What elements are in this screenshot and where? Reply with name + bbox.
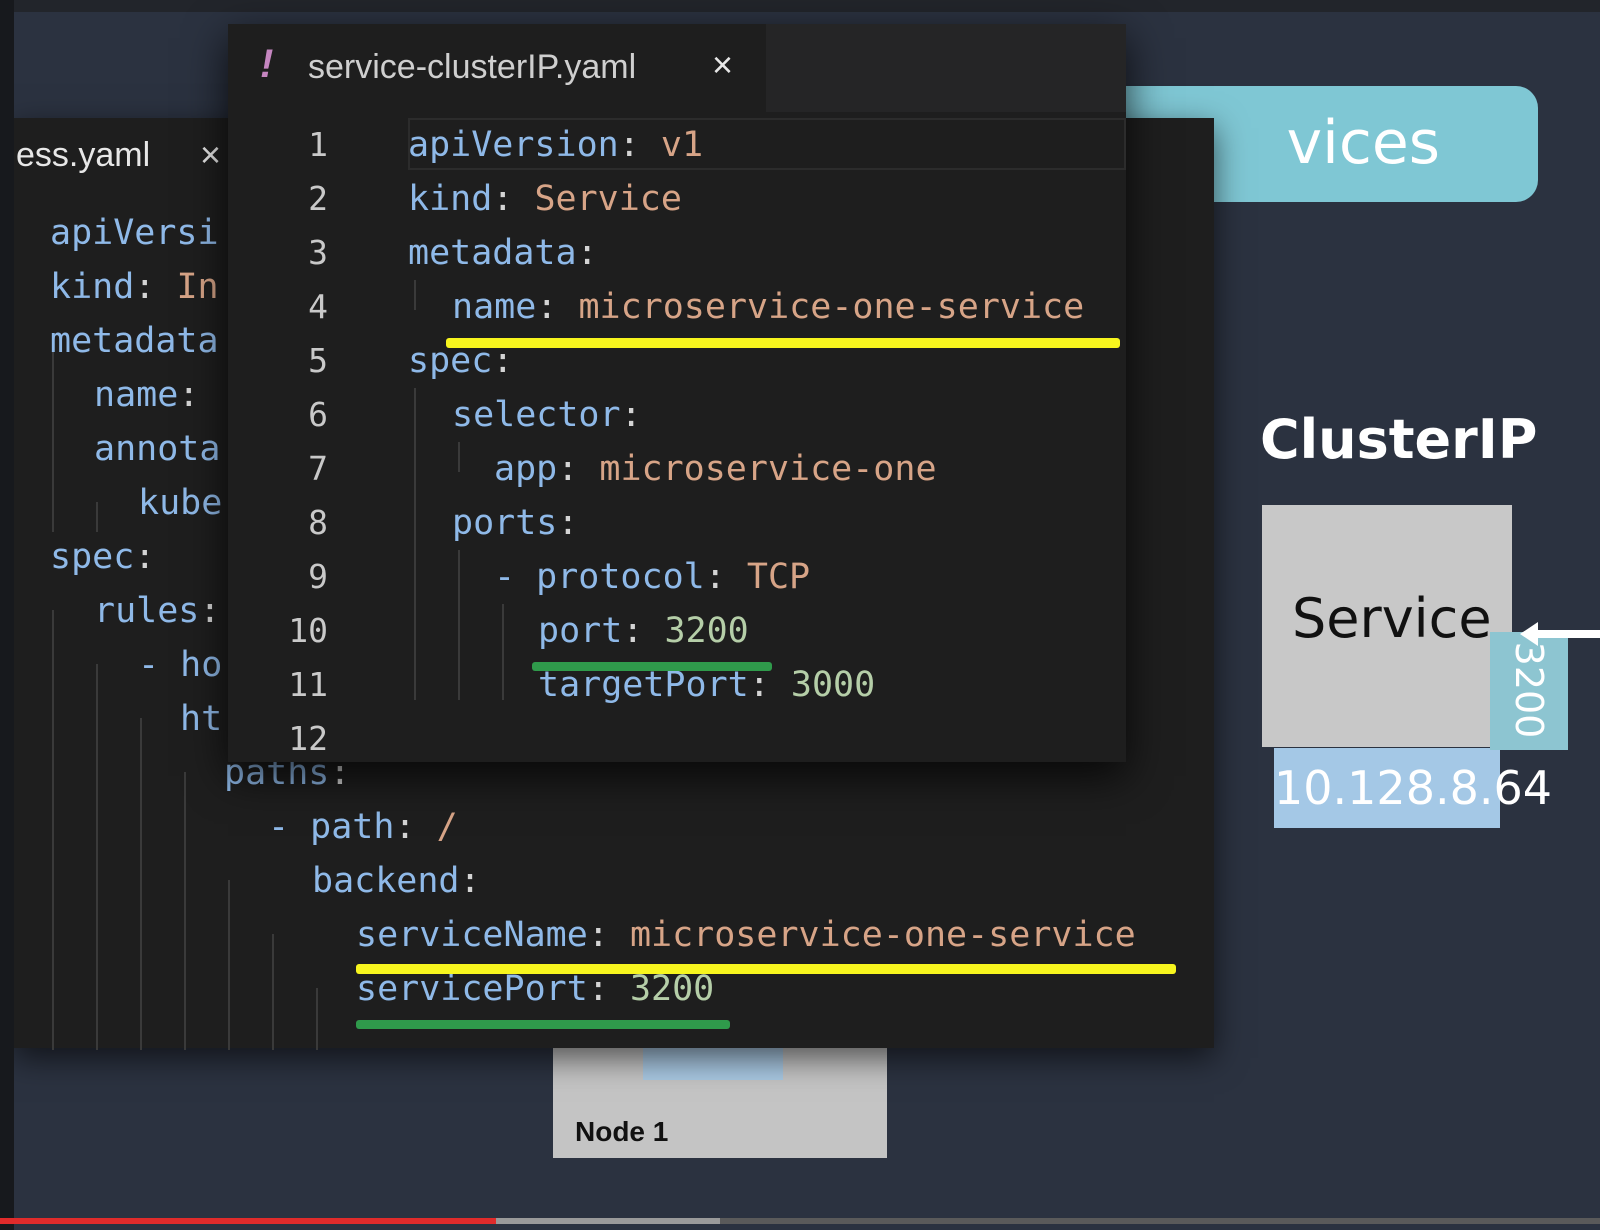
video-progress-bar[interactable] <box>0 1218 1600 1224</box>
line-number: 4 <box>308 287 328 326</box>
code-line: app: microservice-one <box>494 449 937 489</box>
highlight-underline-service-name <box>356 964 1176 974</box>
code-line: spec: <box>50 537 156 577</box>
line-number: 11 <box>288 665 328 704</box>
yaml-file-icon: ! <box>260 42 274 86</box>
code-line: rules: <box>94 591 221 631</box>
line-number: 8 <box>308 503 328 542</box>
indent-guide <box>140 718 142 1050</box>
highlight-underline-name <box>446 338 1120 348</box>
service-label: Service <box>1292 587 1492 650</box>
code-line: - ho <box>138 645 223 685</box>
service-port-label: 3200 <box>1507 641 1551 739</box>
tab-service-clusterip-yaml[interactable]: ! service-clusterIP.yaml × <box>228 24 766 112</box>
code-line: backend: <box>312 861 481 901</box>
tab-label: service-clusterIP.yaml <box>308 48 637 86</box>
left-edge-strip <box>0 0 14 1230</box>
indent-guide <box>414 388 416 700</box>
indent-guide <box>184 772 186 1050</box>
service-code-area[interactable]: apiVersion: v1 kind: Service metadata: n… <box>328 112 1126 762</box>
tab-label: ess.yaml <box>16 136 151 174</box>
line-number: 7 <box>308 449 328 488</box>
indent-guide <box>228 880 230 1050</box>
service-editor: ! service-clusterIP.yaml × 1 2 3 4 5 6 7… <box>228 24 1126 762</box>
indent-guide <box>502 604 504 700</box>
highlight-underline-port <box>532 662 772 671</box>
line-number: 9 <box>308 557 328 596</box>
indent-guide <box>458 550 460 700</box>
service-box: Service <box>1262 505 1512 747</box>
tab-ingress-yaml[interactable]: ess.yaml × <box>14 118 246 200</box>
code-line: metadata <box>50 321 219 361</box>
indent-guide <box>96 664 98 1050</box>
video-progress-fill <box>0 1218 496 1224</box>
indent-guide <box>96 502 98 532</box>
line-number: 10 <box>288 611 328 650</box>
code-line: selector: <box>452 395 642 435</box>
line-number: 12 <box>288 719 328 758</box>
indent-guide <box>414 280 416 310</box>
top-bar <box>0 0 1600 12</box>
cluster-ip-label: ClusterIP <box>1260 408 1538 471</box>
node-label: Node 1 <box>575 1116 669 1147</box>
service-ip-badge: 10.128.8.64 <box>1274 748 1552 828</box>
indent-guide <box>316 988 318 1050</box>
code-line: - protocol: TCP <box>494 557 811 597</box>
code-line: ht <box>180 699 223 739</box>
line-number: 2 <box>308 179 328 218</box>
code-line-service-name: serviceName: microservice-one-service <box>356 915 1136 955</box>
code-line: metadata: <box>408 233 598 273</box>
line-number-gutter: 1 2 3 4 5 6 7 8 9 10 11 12 <box>228 112 328 762</box>
arrow-left-icon <box>1520 622 1600 646</box>
code-line: apiVersi <box>50 213 219 253</box>
code-line: name: <box>94 375 200 415</box>
line-number: 6 <box>308 395 328 434</box>
video-buffer-bar <box>495 1218 720 1224</box>
indent-guide <box>52 340 54 532</box>
indent-guide <box>458 442 460 472</box>
code-line: kind: In <box>50 267 219 307</box>
indent-guide <box>272 934 274 1050</box>
service-port-badge: 3200 <box>1490 632 1568 750</box>
highlight-underline-service-port <box>356 1020 730 1029</box>
code-line: apiVersion: v1 <box>408 125 704 165</box>
line-number: 3 <box>308 233 328 272</box>
close-icon[interactable]: × <box>712 44 733 86</box>
code-line: annota <box>94 429 221 469</box>
code-line: ports: <box>452 503 579 543</box>
indent-guide <box>52 610 54 1050</box>
line-number: 1 <box>308 125 328 164</box>
tab-bar: ! service-clusterIP.yaml × <box>228 24 1126 112</box>
code-line-port: port: 3200 <box>538 611 749 651</box>
code-line: kind: Service <box>408 179 682 219</box>
node-box: Node 1 <box>553 1040 887 1158</box>
close-icon[interactable]: × <box>200 134 221 176</box>
code-line: kube <box>138 483 223 523</box>
code-line-name: name: microservice-one-service <box>452 287 1085 327</box>
line-number: 5 <box>308 341 328 380</box>
code-line: - path: / <box>268 807 458 847</box>
